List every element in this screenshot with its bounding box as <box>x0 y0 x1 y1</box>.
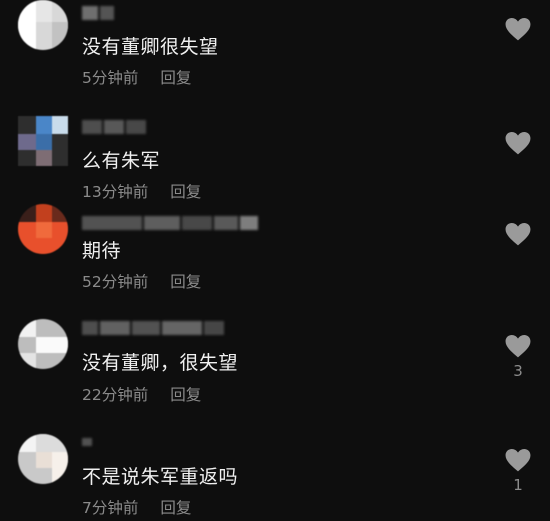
heart-icon <box>505 17 531 41</box>
like-button[interactable]: 3 <box>504 334 532 380</box>
reply-button[interactable]: 回复 <box>170 273 201 291</box>
like-button[interactable] <box>504 222 532 250</box>
comment-meta: 5分钟前 回复 <box>82 66 191 88</box>
comment-text: 期待 <box>82 240 122 262</box>
username[interactable] <box>82 216 258 232</box>
avatar[interactable] <box>18 0 68 50</box>
comment-time: 22分钟前 <box>82 386 149 404</box>
comment-meta: 52分钟前 回复 <box>82 270 201 292</box>
heart-icon <box>505 334 531 358</box>
comment-text: 没有董卿很失望 <box>82 36 219 58</box>
username[interactable] <box>82 120 146 136</box>
heart-icon <box>505 131 531 155</box>
heart-icon <box>505 222 531 246</box>
comment-text: 没有董卿，很失望 <box>82 352 239 374</box>
username[interactable] <box>82 6 114 22</box>
comment-item: 没有董卿很失望 5分钟前 回复 <box>0 0 550 100</box>
comment-item: 么有朱军 13分钟前 回复 <box>0 110 550 210</box>
like-button[interactable] <box>504 131 532 159</box>
reply-button[interactable]: 回复 <box>160 499 191 517</box>
comment-time: 13分钟前 <box>82 183 149 201</box>
heart-icon <box>505 448 531 472</box>
comment-text: 不是说朱军重返吗 <box>82 466 239 488</box>
reply-button[interactable]: 回复 <box>160 69 191 87</box>
like-count: 3 <box>513 362 523 380</box>
reply-button[interactable]: 回复 <box>170 183 201 201</box>
comment-item: 期待 52分钟前 回复 <box>0 200 550 300</box>
avatar[interactable] <box>18 434 68 484</box>
like-button[interactable]: 1 <box>504 448 532 494</box>
comment-item: 不是说朱军重返吗 7分钟前 回复 1 <box>0 430 550 521</box>
username[interactable] <box>82 321 224 337</box>
avatar[interactable] <box>18 204 68 254</box>
comment-meta: 22分钟前 回复 <box>82 383 201 405</box>
comment-meta: 13分钟前 回复 <box>82 180 201 202</box>
reply-button[interactable]: 回复 <box>170 386 201 404</box>
comment-meta: 7分钟前 回复 <box>82 496 191 518</box>
avatar[interactable] <box>18 116 68 166</box>
avatar[interactable] <box>18 319 68 369</box>
like-count: 1 <box>513 476 523 494</box>
comment-time: 7分钟前 <box>82 499 139 517</box>
username[interactable] <box>82 438 92 454</box>
comment-text: 么有朱军 <box>82 150 161 172</box>
comment-time: 5分钟前 <box>82 69 139 87</box>
comment-time: 52分钟前 <box>82 273 149 291</box>
comment-item: 没有董卿，很失望 22分钟前 回复 3 <box>0 315 550 415</box>
like-button[interactable] <box>504 17 532 45</box>
